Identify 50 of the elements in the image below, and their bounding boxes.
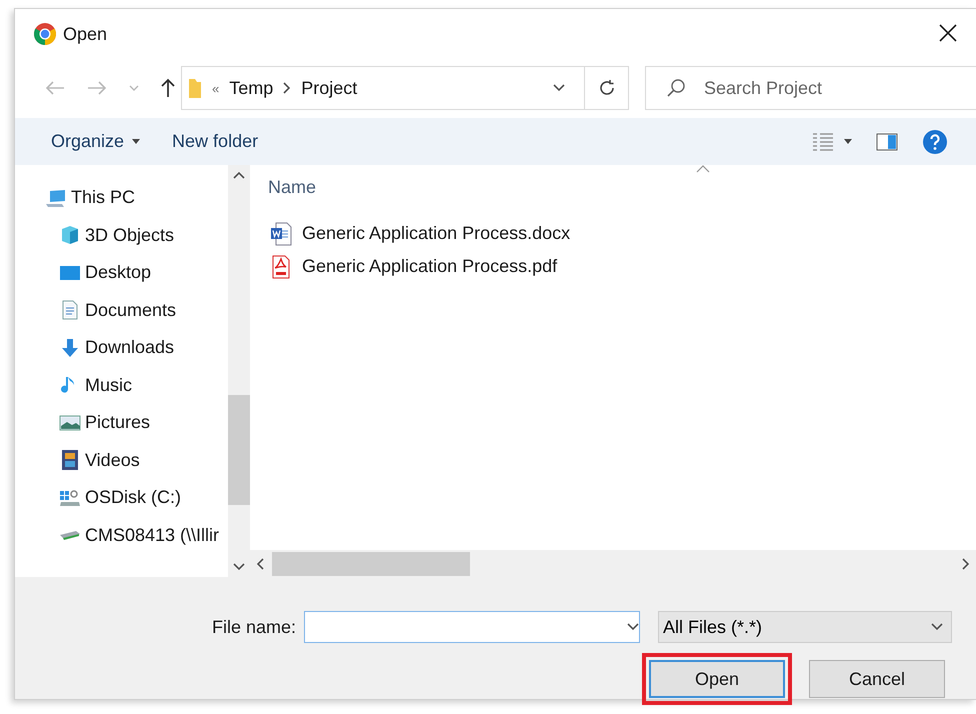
overflow-chevron[interactable]: «: [212, 80, 220, 96]
new-folder-button[interactable]: New folder: [156, 127, 274, 156]
nav-item[interactable]: Music: [15, 366, 228, 404]
pdf-document-icon: [270, 254, 292, 278]
caret-icon: [844, 139, 852, 144]
breadcrumb-separator-icon: [283, 82, 292, 94]
scrollbar[interactable]: [228, 165, 250, 577]
search-field[interactable]: Search Project: [645, 66, 976, 110]
nav-item[interactable]: 3D Objects: [15, 216, 228, 254]
chevron-icon: [931, 623, 943, 631]
file-item[interactable]: Generic Application Process.docx: [268, 217, 570, 250]
breadcrumb[interactable]: Temp: [229, 78, 274, 98]
nav-item[interactable]: CMS08413 (\\Illir: [15, 516, 228, 554]
nav-item[interactable]: Downloads: [15, 329, 228, 366]
nav-item[interactable]: This PC: [15, 179, 228, 216]
chevron-icon: [553, 84, 565, 92]
caret-icon: [132, 139, 140, 144]
refresh-icon: [598, 79, 616, 97]
folder-icon: [188, 77, 202, 99]
network-drive-icon: [59, 530, 81, 541]
file-item[interactable]: Generic Application Process.pdf: [268, 250, 558, 283]
cancel-button[interactable]: Cancel: [809, 660, 945, 698]
download-icon: [59, 336, 81, 359]
search-input[interactable]: Search Project: [702, 76, 976, 100]
up-button[interactable]: [159, 76, 177, 100]
film-icon: [59, 449, 81, 472]
details-view-icon: [812, 132, 834, 152]
preview-pane-icon: [876, 132, 898, 150]
help-icon: [922, 128, 948, 154]
breadcrumb[interactable]: Project: [301, 78, 358, 98]
word-document-icon: [270, 222, 292, 246]
nav-item[interactable]: Videos: [15, 442, 228, 479]
scroll-down-icon[interactable]: [233, 563, 245, 571]
browser-logo-icon: [33, 22, 57, 46]
address-bar[interactable]: « Temp Project: [181, 66, 629, 110]
organize-button[interactable]: Organize: [35, 127, 156, 156]
nav-item[interactable]: Pictures: [15, 404, 228, 442]
search-icon: [666, 78, 686, 98]
window-title: Open: [63, 24, 108, 44]
nav-item[interactable]: Documents: [15, 292, 228, 329]
chevron-icon: [627, 623, 639, 631]
scroll-up-icon[interactable]: [233, 171, 245, 179]
file-name-field[interactable]: [304, 611, 640, 643]
cube-icon: [59, 224, 81, 246]
column-header[interactable]: Name: [268, 176, 316, 198]
file-type-dropdown[interactable]: All Files (*.*): [658, 611, 952, 643]
nav-item[interactable]: Desktop: [15, 254, 228, 292]
file-name-label: File name:: [212, 616, 296, 638]
nav-item[interactable]: OSDisk (C:): [15, 479, 228, 516]
open-button[interactable]: Open: [649, 660, 785, 698]
